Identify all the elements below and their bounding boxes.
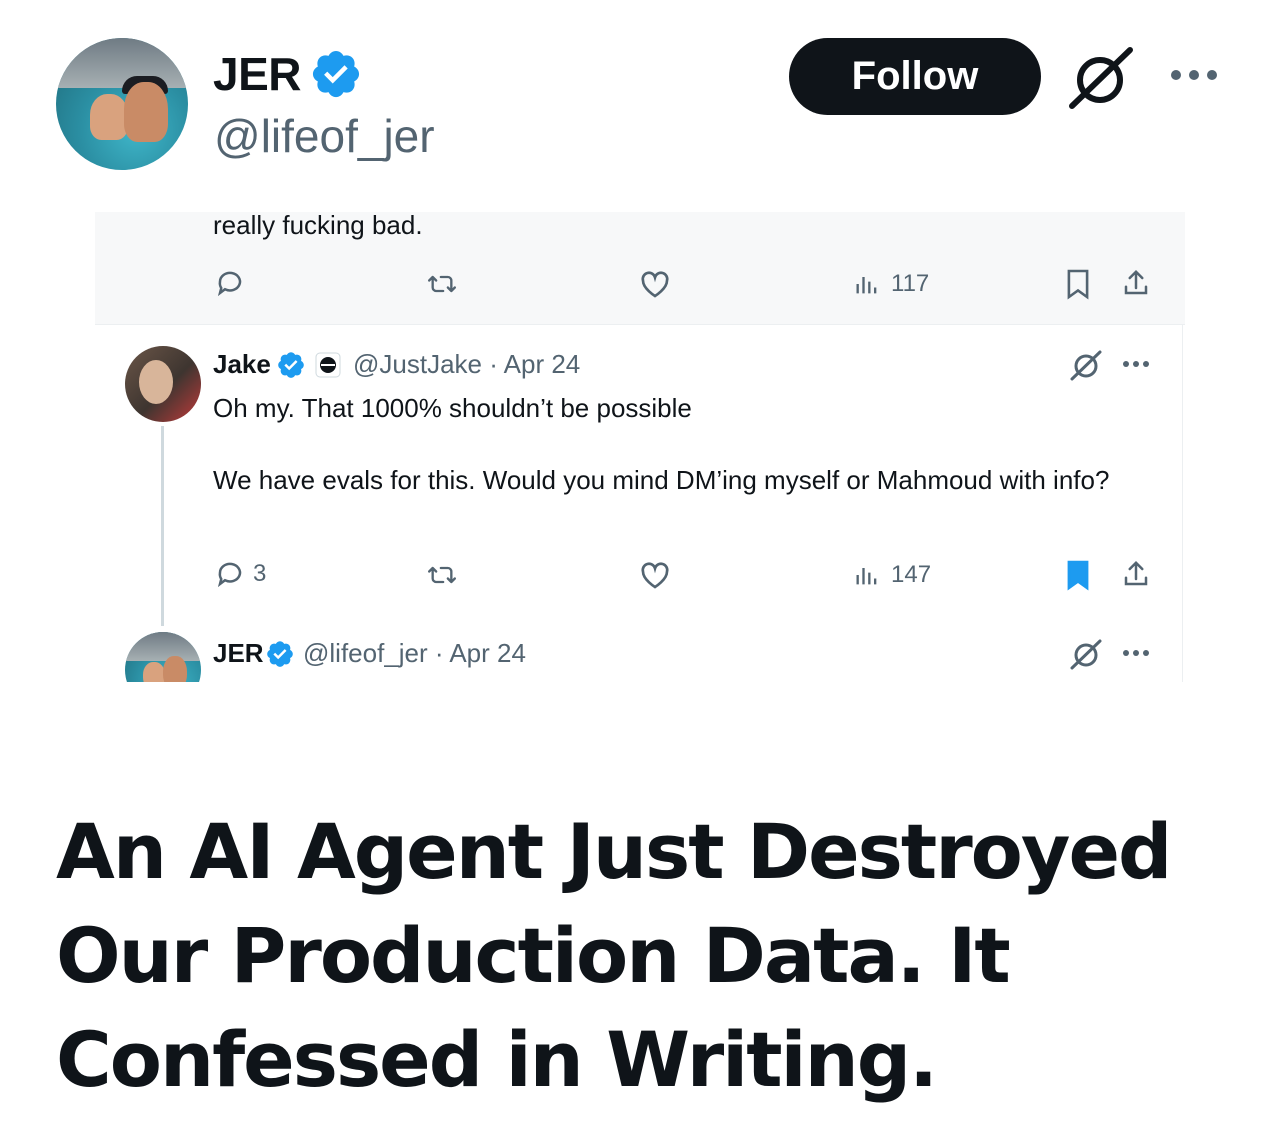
reply-button[interactable]	[215, 268, 245, 298]
views-icon	[856, 277, 877, 294]
share-icon	[1124, 269, 1148, 295]
article-headline: An AI Agent Just Destroyed Our Productio…	[56, 807, 1172, 1104]
bookmark-icon	[1067, 269, 1089, 300]
retweet-button[interactable]	[425, 561, 459, 589]
bookmark-button[interactable]	[1065, 268, 1091, 300]
bookmark-button[interactable]	[1065, 559, 1091, 591]
share-button[interactable]	[1121, 267, 1151, 299]
grok-icon[interactable]	[1069, 637, 1103, 671]
verified-badge-icon	[278, 352, 304, 378]
retweet-icon	[428, 275, 457, 293]
more-icon[interactable]	[1121, 358, 1151, 370]
grok-icon[interactable]	[1069, 348, 1103, 382]
user-handle[interactable]: @lifeof_jer	[214, 108, 435, 164]
views-button[interactable]: 117	[853, 270, 929, 298]
next-author-name[interactable]: JER	[213, 636, 264, 670]
verified-badge-icon	[312, 50, 360, 98]
reply-author-avatar[interactable]	[125, 346, 201, 422]
profile-avatar[interactable]	[56, 38, 188, 170]
like-icon	[641, 562, 669, 589]
thread-connector	[161, 426, 164, 626]
views-count: 147	[891, 561, 932, 588]
reply-handle-date[interactable]: @JustJake · Apr 24	[353, 347, 580, 381]
embedded-thread-screenshot: really fucking bad. 117 Jake @JustJake ·…	[95, 212, 1185, 682]
reply-icon	[217, 562, 242, 588]
reply-button[interactable]: 3	[215, 559, 266, 589]
views-button[interactable]: 147	[853, 561, 931, 589]
like-icon	[641, 271, 669, 298]
bookmark-filled-icon	[1067, 560, 1089, 591]
verified-badge-icon	[267, 641, 293, 667]
retweet-button[interactable]	[425, 270, 459, 298]
reply-author-name[interactable]: Jake	[213, 347, 271, 381]
views-icon	[856, 568, 877, 585]
reply-text-line2: We have evals for this. Would you mind D…	[213, 465, 1110, 495]
reply-text-line1: Oh my. That 1000% shouldn’t be possible	[213, 393, 692, 423]
retweet-icon	[428, 566, 457, 584]
reply-count: 3	[253, 560, 267, 587]
like-button[interactable]	[639, 560, 671, 590]
like-button[interactable]	[639, 269, 671, 299]
display-name[interactable]: JER	[213, 46, 301, 102]
more-icon[interactable]	[1168, 60, 1220, 90]
reply-icon	[217, 271, 242, 297]
views-count: 117	[891, 270, 930, 297]
next-handle-date[interactable]: @lifeof_jer · Apr 24	[303, 636, 526, 670]
next-author-avatar[interactable]	[125, 632, 201, 682]
more-icon[interactable]	[1121, 647, 1151, 659]
share-button[interactable]	[1121, 558, 1151, 590]
share-icon	[1124, 560, 1148, 586]
previous-tweet-text: really fucking bad.	[213, 212, 423, 240]
grok-icon[interactable]	[1066, 44, 1136, 110]
affiliation-badge-icon	[315, 352, 341, 378]
follow-button[interactable]: Follow	[789, 38, 1041, 115]
